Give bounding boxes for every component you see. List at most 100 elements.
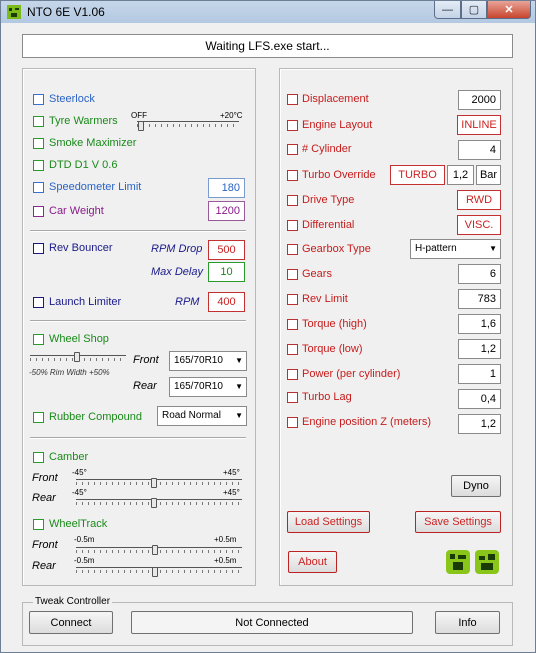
gears-label: Gears	[302, 268, 332, 280]
tyre-warmers-label: Tyre Warmers	[49, 115, 118, 127]
speedo-input[interactable]: 180	[208, 178, 245, 198]
smoke-checkbox[interactable]	[33, 138, 44, 149]
minimize-button[interactable]: —	[434, 1, 461, 19]
save-settings-button[interactable]: Save Settings	[415, 511, 501, 533]
turbo-lag-input[interactable]: 0,4	[458, 389, 501, 409]
chevron-down-icon: ▼	[235, 382, 243, 391]
status-field: Waiting LFS.exe start...	[22, 34, 513, 58]
wheeltrack-front-max: +0.5m	[214, 535, 237, 544]
rear-tyre-value: 165/70R10	[174, 381, 223, 392]
camber-label: Camber	[49, 451, 89, 463]
power-checkbox[interactable]	[287, 369, 298, 380]
gears-checkbox[interactable]	[287, 269, 298, 280]
rim-width-label: -50% Rim Width +50%	[29, 368, 110, 377]
wheeltrack-rear-slider[interactable]	[76, 567, 242, 573]
camber-rear-slider[interactable]	[76, 499, 242, 505]
camber-front-slider[interactable]	[76, 479, 242, 485]
turbo-button[interactable]: TURBO	[390, 165, 445, 185]
dyno-button[interactable]: Dyno	[451, 475, 501, 497]
rev-bouncer-checkbox[interactable]	[33, 243, 44, 254]
logo-icon	[446, 550, 499, 574]
speedo-checkbox[interactable]	[33, 182, 44, 193]
rubber-select[interactable]: Road Normal ▼	[157, 406, 247, 426]
front-tyre-select[interactable]: 165/70R10 ▼	[169, 351, 247, 371]
wheel-shop-label: Wheel Shop	[49, 333, 109, 345]
turbo-override-checkbox[interactable]	[287, 170, 298, 181]
rear-tyre-select[interactable]: 165/70R10 ▼	[169, 377, 247, 397]
rev-limit-label: Rev Limit	[302, 293, 348, 305]
camber-rear-label: Rear	[32, 492, 56, 504]
rear-tyre-label: Rear	[133, 380, 157, 392]
rpm-input[interactable]: 400	[208, 292, 245, 312]
wheeltrack-rear-max: +0.5m	[214, 556, 237, 565]
displacement-label: Displacement	[302, 93, 369, 105]
camber-front-min: -45°	[72, 468, 87, 477]
torque-low-checkbox[interactable]	[287, 344, 298, 355]
engine-layout-button[interactable]: INLINE	[457, 115, 501, 135]
wheeltrack-front-slider[interactable]	[76, 547, 242, 553]
camber-checkbox[interactable]	[33, 452, 44, 463]
about-button[interactable]: About	[288, 551, 337, 573]
info-button[interactable]: Info	[435, 611, 500, 634]
car-weight-checkbox[interactable]	[33, 206, 44, 217]
steerlock-checkbox[interactable]	[33, 94, 44, 105]
maximize-button[interactable]: ▢	[461, 1, 487, 19]
smoke-label: Smoke Maximizer	[49, 137, 137, 149]
engine-pos-checkbox[interactable]	[287, 417, 298, 428]
engine-pos-input[interactable]: 1,2	[458, 414, 501, 434]
title-bar[interactable]: NTO 6E V1.06 — ▢ ✕	[1, 1, 535, 23]
displacement-checkbox[interactable]	[287, 94, 298, 105]
launch-limiter-label: Launch Limiter	[49, 296, 122, 308]
camber-rear-thumb[interactable]	[151, 498, 157, 508]
chevron-down-icon: ▼	[489, 244, 497, 253]
wheeltrack-rear-thumb[interactable]	[152, 567, 158, 577]
max-delay-label: Max Delay	[151, 266, 203, 278]
power-input[interactable]: 1	[458, 364, 501, 384]
tyre-warmers-thumb[interactable]	[138, 121, 144, 131]
rubber-checkbox[interactable]	[33, 412, 44, 423]
tyre-warmers-slider[interactable]	[137, 121, 239, 127]
connect-button[interactable]: Connect	[29, 611, 113, 634]
engine-layout-checkbox[interactable]	[287, 120, 298, 131]
gears-input[interactable]: 6	[458, 264, 501, 284]
turbo-pressure-input[interactable]: 1,2	[447, 165, 474, 185]
launch-limiter-checkbox[interactable]	[33, 297, 44, 308]
wheeltrack-front-min: -0.5m	[74, 535, 95, 544]
gearbox-checkbox[interactable]	[287, 244, 298, 255]
load-settings-button[interactable]: Load Settings	[287, 511, 370, 533]
rpm-label: RPM	[175, 296, 200, 308]
dtd-checkbox[interactable]	[33, 160, 44, 171]
displacement-input[interactable]: 2000	[458, 90, 501, 110]
cylinder-input[interactable]: 4	[458, 140, 501, 160]
camber-front-thumb[interactable]	[151, 478, 157, 488]
torque-low-input[interactable]: 1,2	[458, 339, 501, 359]
wheeltrack-label: WheelTrack	[49, 518, 108, 530]
wheeltrack-front-thumb[interactable]	[152, 545, 158, 555]
car-weight-input[interactable]: 1200	[208, 201, 245, 221]
wheel-shop-checkbox[interactable]	[33, 334, 44, 345]
front-tyre-value: 165/70R10	[174, 355, 223, 366]
close-button[interactable]: ✕	[487, 1, 531, 19]
max-delay-input[interactable]: 10	[208, 262, 245, 282]
tyre-warmers-checkbox[interactable]	[33, 116, 44, 127]
drive-type-button[interactable]: RWD	[457, 190, 501, 210]
drive-type-checkbox[interactable]	[287, 195, 298, 206]
torque-high-checkbox[interactable]	[287, 319, 298, 330]
wheeltrack-checkbox[interactable]	[33, 519, 44, 530]
rev-limit-input[interactable]: 783	[458, 289, 501, 309]
gearbox-select[interactable]: H-pattern ▼	[410, 239, 501, 259]
rim-width-thumb[interactable]	[74, 352, 80, 362]
window-title: NTO 6E V1.06	[27, 5, 105, 19]
torque-high-input[interactable]: 1,6	[458, 314, 501, 334]
differential-checkbox[interactable]	[287, 220, 298, 231]
rpm-drop-input[interactable]: 500	[208, 240, 245, 260]
turbo-lag-checkbox[interactable]	[287, 392, 298, 403]
differential-button[interactable]: VISC.	[457, 215, 501, 235]
wheeltrack-rear-label: Rear	[32, 560, 56, 572]
camber-front-max: +45°	[223, 468, 240, 477]
turbo-override-label: Turbo Override	[302, 169, 376, 181]
camber-rear-max: +45°	[223, 488, 240, 497]
cylinder-checkbox[interactable]	[287, 144, 298, 155]
front-tyre-label: Front	[133, 354, 159, 366]
rev-limit-checkbox[interactable]	[287, 294, 298, 305]
